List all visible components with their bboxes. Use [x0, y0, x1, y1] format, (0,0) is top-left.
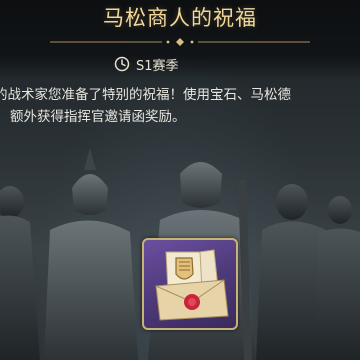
season-label: S1赛季: [136, 58, 179, 74]
left-warrior: [44, 148, 138, 360]
title-divider: [50, 38, 310, 46]
invitation-letter-icon: [155, 249, 229, 321]
header: 马松商人的祝福 S1赛季: [0, 0, 360, 80]
left-soldier: [0, 186, 40, 360]
reward-item[interactable]: [142, 238, 238, 330]
far-right-soldier: [316, 196, 360, 360]
description-line-2: 额外获得指挥官邀请函奖励。: [10, 109, 186, 125]
season-badge: S1赛季: [114, 54, 179, 74]
clock-icon: [114, 56, 130, 72]
page-title: 马松商人的祝福: [103, 6, 257, 30]
description-line-1: 的战术家您准备了特别的祝福！使用宝石、马松德: [0, 87, 291, 103]
event-description: 的战术家您准备了特别的祝福！使用宝石、马松德 额外获得指挥官邀请函奖励。: [0, 84, 360, 128]
